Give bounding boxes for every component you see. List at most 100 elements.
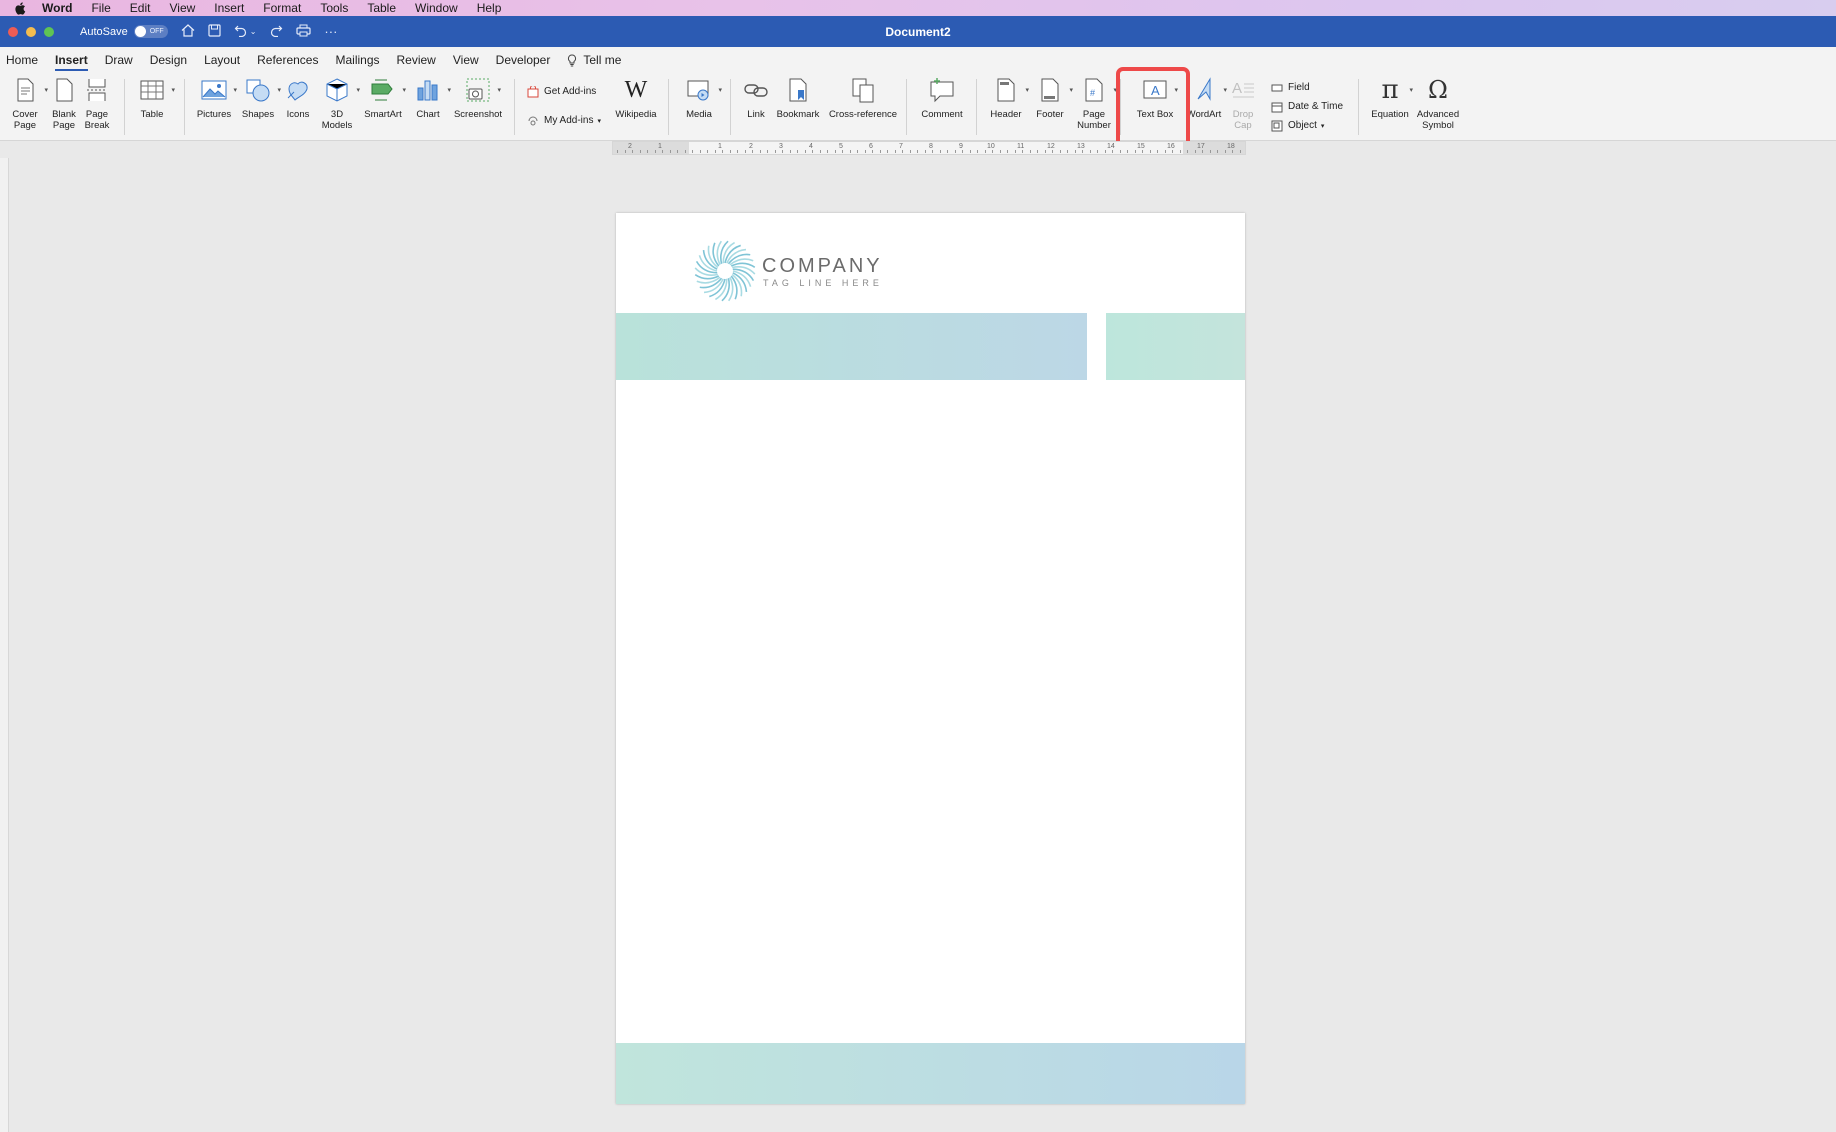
zoom-window-button[interactable] (44, 26, 54, 37)
chart-button[interactable]: ▾ Chart (410, 75, 451, 120)
date-time-button[interactable]: Date & Time (1270, 100, 1343, 113)
undo-icon[interactable] (234, 24, 248, 40)
shapes-button[interactable]: ▾ Shapes (240, 75, 281, 120)
tab-developer[interactable]: Developer (496, 47, 562, 73)
more-options-icon[interactable]: ··· (324, 24, 337, 39)
ruler-tick (902, 150, 903, 153)
ruler-tick (1149, 150, 1151, 153)
ruler-number: 7 (899, 143, 903, 150)
tab-references[interactable]: References (257, 47, 329, 73)
menu-view[interactable]: View (169, 0, 195, 16)
object-icon (1270, 119, 1283, 132)
blank-page-button[interactable]: Blank Page (48, 75, 80, 131)
table-button[interactable]: ▾ Table (134, 75, 175, 120)
tab-review[interactable]: Review (397, 47, 447, 73)
company-tagline: TAG LINE HERE (763, 278, 883, 288)
ruler-tick (894, 150, 896, 153)
media-button[interactable]: ▾ Media (680, 75, 722, 120)
ruler-tick (774, 150, 776, 153)
menu-format[interactable]: Format (263, 0, 301, 16)
home-icon[interactable] (181, 23, 195, 40)
bookmark-button[interactable]: Bookmark (774, 75, 822, 120)
ruler-tick (759, 150, 761, 153)
ribbon-separator (514, 79, 515, 135)
ruler-tick (1007, 150, 1008, 153)
ruler-tick (1239, 150, 1241, 153)
tab-insert[interactable]: Insert (55, 47, 99, 73)
menu-window[interactable]: Window (415, 0, 458, 16)
my-addins-button[interactable]: My Add-ins ▾ (526, 114, 601, 127)
smartart-button[interactable]: ▾ SmartArt (360, 75, 406, 120)
menu-table[interactable]: Table (367, 0, 396, 16)
menu-help[interactable]: Help (477, 0, 502, 16)
icons-button[interactable]: Icons (282, 75, 314, 120)
footer-button[interactable]: ▾ Footer (1030, 75, 1073, 120)
bookmark-icon (783, 75, 813, 105)
ruler-tick (909, 150, 911, 153)
cover-page-button[interactable]: ▾ Cover Page (6, 75, 48, 131)
3d-models-label-1: 3D (330, 109, 344, 120)
page-break-button[interactable]: Page Break (82, 75, 112, 131)
advanced-symbol-button[interactable]: Ω Advanced Symbol (1414, 75, 1462, 132)
ruler-tick (1044, 150, 1046, 153)
3d-models-button[interactable]: ▾ 3D Models (318, 75, 360, 131)
header-button[interactable]: ▾ Header (986, 75, 1029, 120)
ruler-tick (984, 150, 986, 153)
tab-home[interactable]: Home (6, 47, 49, 73)
ruler-tick (932, 150, 933, 153)
tab-draw[interactable]: Draw (105, 47, 144, 73)
autosave-toggle[interactable]: OFF (133, 25, 168, 38)
menu-edit[interactable]: Edit (130, 0, 151, 16)
save-icon[interactable] (208, 23, 221, 40)
ruler-tick (647, 150, 648, 153)
minimize-window-button[interactable] (26, 26, 36, 37)
vertical-ruler[interactable] (0, 158, 9, 1132)
ribbon-separator (184, 79, 185, 135)
ruler-tick (624, 150, 626, 153)
my-addins-label: My Add-ins (544, 115, 594, 126)
ruler-tick (684, 150, 686, 153)
tab-design[interactable]: Design (150, 47, 198, 73)
screenshot-button[interactable]: ▾ Screenshot (452, 75, 504, 120)
apple-icon[interactable] (12, 0, 28, 16)
equation-button[interactable]: π ▾ Equation (1368, 75, 1413, 121)
comment-button[interactable]: Comment (918, 75, 966, 120)
blank-page-label-2: Page (52, 120, 76, 131)
menu-insert[interactable]: Insert (214, 0, 244, 16)
calendar-icon (1270, 100, 1283, 113)
object-button[interactable]: Object ▾ (1270, 119, 1324, 132)
cross-reference-button[interactable]: Cross-reference (826, 75, 900, 120)
ribbon-separator (976, 79, 977, 135)
document-page[interactable]: COMPANY TAG LINE HERE (616, 213, 1245, 1104)
wordart-icon: ▾ (1189, 75, 1227, 105)
tab-view[interactable]: View (453, 47, 490, 73)
store-icon (526, 85, 539, 98)
tab-layout[interactable]: Layout (204, 47, 251, 73)
menu-tools[interactable]: Tools (320, 0, 348, 16)
get-addins-button[interactable]: Get Add-ins (526, 85, 596, 98)
equation-label: Equation (1371, 109, 1409, 120)
ruler-tick (819, 150, 821, 153)
redo-icon[interactable] (269, 24, 283, 40)
smartart-label: SmartArt (364, 109, 402, 120)
pictures-button[interactable]: ▾ Pictures (194, 75, 237, 120)
smartart-icon: ▾ (368, 75, 406, 105)
undo-dropdown-chevron-icon[interactable]: ⌄ (250, 27, 257, 36)
ruler-tick (1142, 150, 1143, 153)
link-button[interactable]: Link (740, 75, 772, 120)
drop-cap-button[interactable]: A Drop Cap (1228, 75, 1258, 131)
field-button[interactable]: Field (1270, 81, 1310, 94)
tab-mailings[interactable]: Mailings (335, 47, 390, 73)
tell-me-search[interactable]: Tell me (567, 47, 632, 73)
page-number-button[interactable]: # ▾ Page Number (1074, 75, 1117, 131)
close-window-button[interactable] (8, 26, 18, 37)
wikipedia-button[interactable]: W Wikipedia (612, 75, 660, 121)
wikipedia-label: Wikipedia (615, 109, 657, 120)
menu-file[interactable]: File (91, 0, 110, 16)
chevron-down-icon: ▾ (277, 87, 281, 94)
menu-app-word[interactable]: Word (42, 0, 72, 16)
print-icon[interactable] (296, 24, 312, 40)
wordart-button[interactable]: ▾ WordArt (1184, 75, 1227, 120)
horizontal-ruler[interactable]: 2 1 1 2 3 4 5 6 7 8 9 10 11 12 13 14 15 … (612, 141, 1246, 155)
ruler-tick (1194, 150, 1196, 153)
